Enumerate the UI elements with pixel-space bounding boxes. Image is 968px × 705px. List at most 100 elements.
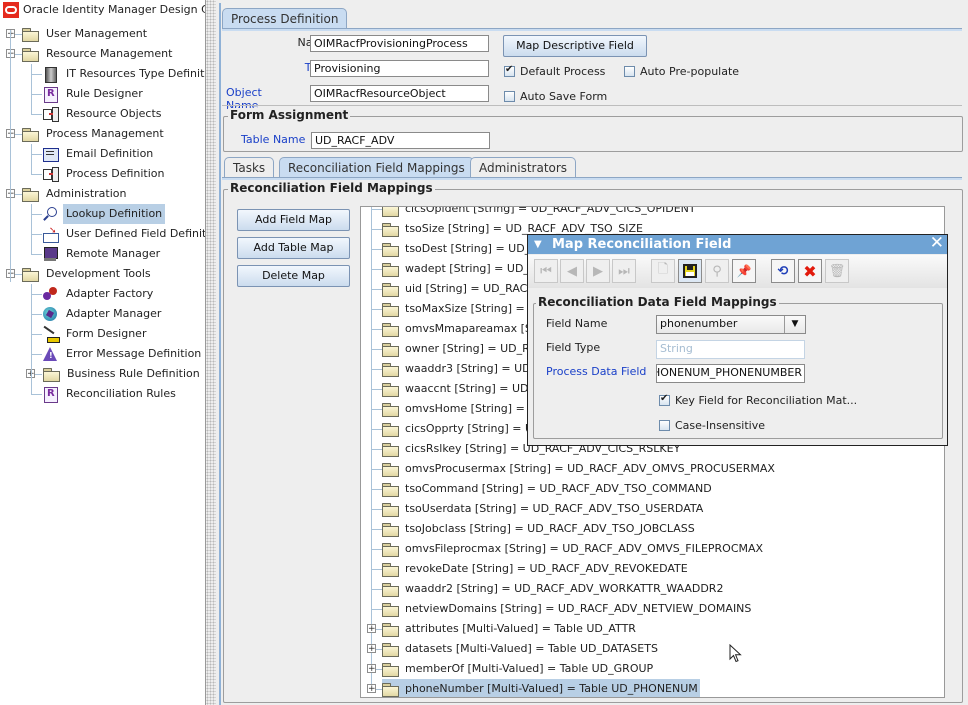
object-name-field[interactable]: OIMRacfResourceObject [310, 85, 489, 102]
collapse-triangle-icon[interactable]: ▼ [534, 235, 542, 254]
folder-icon [382, 482, 399, 497]
new-button[interactable]: 🗋 [651, 259, 675, 283]
tree-connector [31, 354, 42, 355]
name-field[interactable]: OIMRacfProvisioningProcess [310, 35, 489, 52]
tree-item[interactable]: Adapter Factory [43, 284, 156, 304]
mapping-row[interactable]: waaddr2 [String] = UD_RACF_ADV_WORKATTR_… [382, 579, 725, 599]
split-pane-divider[interactable] [206, 0, 216, 705]
next-record-button[interactable]: ▶ [586, 259, 610, 283]
expand-toggle-icon[interactable]: + [367, 644, 376, 654]
tree-item-label: Process Definition [66, 167, 165, 180]
tree-item-label: User Management [46, 27, 148, 40]
chevron-down-icon[interactable]: ▼ [784, 316, 805, 333]
delete-map-button[interactable]: Delete Map [237, 265, 350, 287]
mapping-row[interactable]: tsoUserdata [String] = UD_RACF_ADV_TSO_U… [382, 499, 705, 519]
auto-save-form-checkbox[interactable]: Auto Save Form [504, 88, 607, 104]
mapping-row[interactable]: tsoCommand [String] = UD_RACF_ADV_TSO_CO… [382, 479, 714, 499]
close-icon[interactable]: ✕ [930, 234, 944, 253]
add-table-map-button[interactable]: Add Table Map [237, 237, 350, 259]
tree-item[interactable]: ➘ User Defined Field Definition [43, 224, 205, 244]
assign-button[interactable]: 📌 [732, 259, 756, 283]
type-field[interactable]: Provisioning [310, 60, 489, 77]
mapping-row-label: waaddr2 [String] = UD_RACF_ADV_WORKATTR_… [405, 582, 724, 595]
auto-prepopulate-label: Auto Pre-populate [640, 64, 740, 78]
mapping-row[interactable]: tsoJobclass [String] = UD_RACF_ADV_TSO_J… [382, 519, 697, 539]
last-record-button[interactable]: ⏭ [612, 259, 636, 283]
mapping-row[interactable]: attributes [Multi-Valued] = Table UD_ATT… [382, 619, 638, 639]
tree-item[interactable]: Form Designer [43, 324, 149, 344]
tree-item[interactable]: R Reconciliation Rules [43, 384, 179, 404]
tree-item[interactable]: Lookup Definition [43, 204, 166, 224]
query-button[interactable]: ⚲ [705, 259, 729, 283]
mapping-row[interactable]: memberOf [Multi-Valued] = Table UD_GROUP [382, 659, 655, 679]
folder-icon [382, 442, 399, 457]
tree-item[interactable]: Development Tools [22, 264, 154, 284]
tree-item[interactable]: R Rule Designer [43, 84, 146, 104]
table-name-field[interactable]: UD_RACF_ADV [311, 132, 490, 149]
tree-item[interactable]: User Management [22, 24, 150, 44]
delete-button[interactable]: 🗑 [825, 259, 849, 283]
expand-toggle-icon[interactable]: + [367, 684, 376, 694]
mapping-row[interactable]: phoneNumber [Multi-Valued] = Table UD_PH… [382, 679, 700, 697]
tree-item[interactable]: Remote Manager [43, 244, 163, 264]
default-process-checkbox[interactable]: Default Process [504, 63, 605, 79]
tree-item[interactable]: ! Error Message Definition [43, 344, 204, 364]
checkbox-box [504, 90, 515, 102]
expand-toggle-icon[interactable]: + [367, 624, 376, 634]
save-button[interactable] [678, 259, 702, 283]
folder-icon [382, 302, 399, 317]
mapping-row-label: datasets [Multi-Valued] = Table UD_DATAS… [405, 642, 658, 655]
mapping-row[interactable]: datasets [Multi-Valued] = Table UD_DATAS… [382, 639, 660, 659]
gears-icon [43, 286, 58, 302]
mapping-row-label: phoneNumber [Multi-Valued] = Table UD_PH… [405, 682, 698, 695]
tab-tasks[interactable]: Tasks [224, 157, 275, 177]
map-descriptive-field-button[interactable]: Map Descriptive Field [503, 35, 647, 57]
tree-item[interactable]: Resource Management [22, 44, 175, 64]
mapping-row[interactable]: cicsOpident [String] = UD_RACF_ADV_CICS_… [382, 207, 698, 219]
tree-item-label: Resource Objects [66, 107, 162, 120]
tree-item[interactable]: Email Definition [43, 144, 156, 164]
cancel-button[interactable]: ✖ [798, 259, 822, 283]
mapping-row[interactable]: omvsFileprocmax [String] = UD_RACF_ADV_O… [382, 539, 765, 559]
tree-item[interactable]: IT Resources Type Definition [43, 64, 205, 84]
first-record-button[interactable]: ⏮ [534, 259, 558, 283]
next-record-icon: ▶ [593, 263, 603, 279]
tree-item[interactable]: Process Definition [43, 164, 168, 184]
expand-toggle-icon[interactable]: + [367, 664, 376, 674]
folder-icon [382, 642, 399, 657]
tree-root[interactable]: Oracle Identity Manager Design Console [3, 0, 205, 20]
tree-item[interactable]: Process Management [22, 124, 167, 144]
tab-process-definition[interactable]: Process Definition [222, 8, 348, 28]
mapping-row[interactable]: omvsProcusermax [String] = UD_RACF_ADV_O… [382, 459, 777, 479]
checkbox-box [624, 65, 635, 77]
tree-item-label: Resource Management [46, 47, 173, 60]
case-insensitive-checkbox[interactable]: Case-Insensitive [659, 417, 765, 433]
mapping-row[interactable]: netviewDomains [String] = UD_RACF_ADV_NE… [382, 599, 753, 619]
mapping-row-label: omvsFileprocmax [String] = UD_RACF_ADV_O… [405, 542, 764, 555]
key-field-checkbox[interactable]: Key Field for Reconciliation Mat... [659, 392, 857, 408]
folder-icon [382, 222, 399, 237]
refresh-button[interactable]: ⟲ [771, 259, 795, 283]
tree-connector [31, 294, 42, 295]
folder-icon [382, 562, 399, 577]
tab-reconciliation-field-mappings[interactable]: Reconciliation Field Mappings [279, 157, 474, 177]
tree-item[interactable]: Adapter Manager [43, 304, 164, 324]
mapping-row[interactable]: revokeDate [String] = UD_RACF_ADV_REVOKE… [382, 559, 690, 579]
explorer-tree[interactable]: Oracle Identity Manager Design Console +… [0, 0, 206, 705]
folder-icon [382, 602, 399, 617]
mapping-row-label: tsoUserdata [String] = UD_RACF_ADV_TSO_U… [405, 502, 704, 515]
email-form-icon [43, 147, 59, 162]
trash-icon: 🗑 [828, 263, 846, 279]
auto-prepopulate-checkbox[interactable]: Auto Pre-populate [624, 63, 739, 79]
tab-administrators[interactable]: Administrators [470, 157, 577, 177]
process-data-field[interactable]: PHONENUM_PHONENUMBER [656, 364, 805, 383]
tree-connector [31, 64, 32, 114]
tree-item[interactable]: Administration [22, 184, 130, 204]
add-field-map-button[interactable]: Add Field Map [237, 209, 350, 231]
tree-item[interactable]: Business Rule Definition [43, 364, 203, 384]
dialog-title-bar[interactable]: ▼ Map Reconciliation Field ✕ [528, 234, 947, 254]
tree-item[interactable]: Resource Objects [43, 104, 165, 124]
default-process-label: Default Process [520, 64, 606, 78]
previous-record-button[interactable]: ◀ [560, 259, 584, 283]
field-name-dropdown[interactable]: phonenumber ▼ [656, 315, 806, 334]
